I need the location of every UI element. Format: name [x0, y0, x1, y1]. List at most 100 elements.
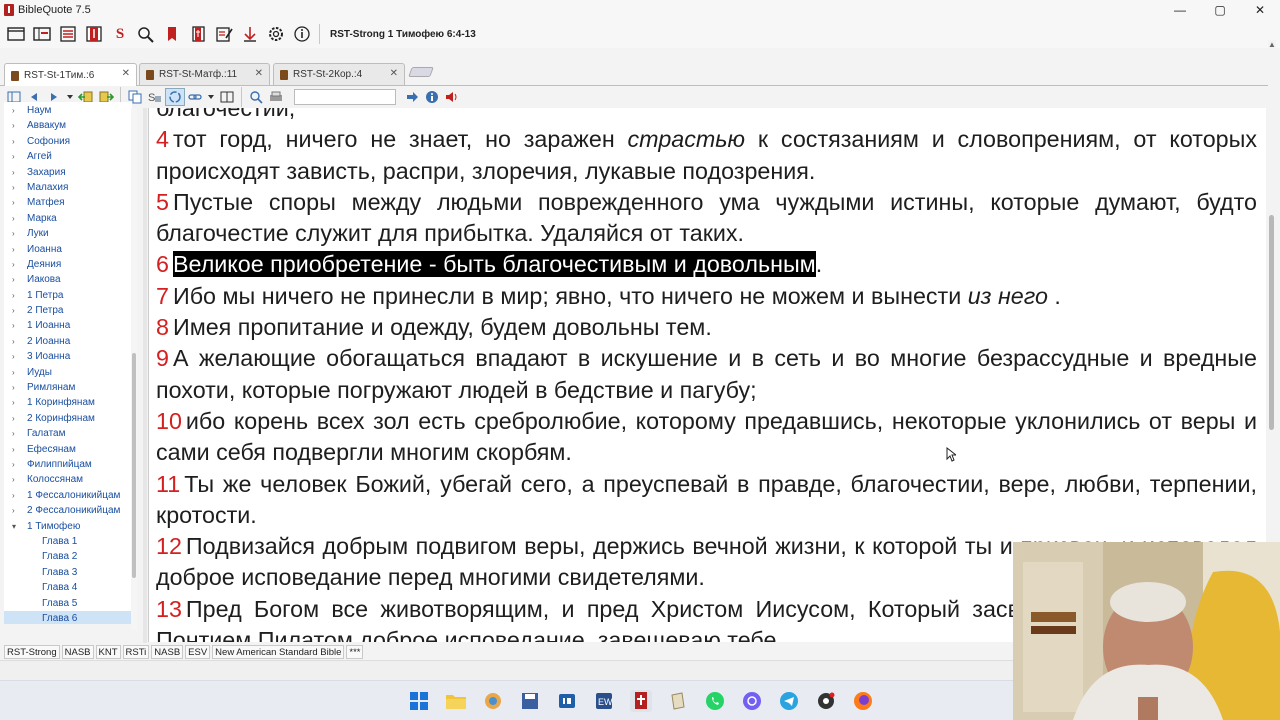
quick-search-button[interactable] — [246, 88, 266, 106]
panel-splitter[interactable] — [143, 108, 147, 643]
go-button[interactable] — [402, 88, 422, 106]
collapsed-chevron-icon[interactable]: › — [12, 195, 15, 210]
module-tab[interactable]: RSTi — [122, 645, 150, 659]
module-tab[interactable]: NASB — [151, 645, 184, 659]
close-button[interactable]: ✕ — [1240, 0, 1280, 20]
verse-number[interactable]: 11 — [156, 471, 180, 497]
taskbar-app-ew[interactable]: EW — [593, 690, 615, 712]
verse[interactable]: 10 ибо корень всех зол есть сребролюбие, … — [156, 406, 1257, 469]
tree-book-item[interactable]: › 1 Иоанна — [4, 318, 132, 333]
tree-chapter-item[interactable]: Глава 6 — [4, 610, 132, 624]
taskbar-file-explorer[interactable] — [445, 690, 467, 712]
taskbar-firefox[interactable] — [852, 690, 874, 712]
verse-number[interactable]: 6 — [156, 251, 169, 277]
tree-book-item[interactable]: › Иакова — [4, 272, 132, 287]
collapsed-chevron-icon[interactable]: › — [12, 334, 15, 349]
taskbar-telegram[interactable] — [778, 690, 800, 712]
tree-book-item[interactable]: › Колоссянам — [4, 472, 132, 487]
tree-chapter-item[interactable]: Глава 1 — [4, 534, 132, 549]
new-tab-button[interactable] — [408, 67, 434, 77]
minimize-button[interactable]: — — [1160, 0, 1200, 20]
verse[interactable]: 11 Ты же человек Божий, убегай сего, а пр… — [156, 469, 1257, 532]
tree-book-item[interactable]: ▾ 1 Тимофею — [4, 519, 132, 534]
verse[interactable]: 9А желающие обогащаться впадают в искуше… — [156, 343, 1257, 406]
tree-book-item[interactable]: › Аввакум — [4, 118, 132, 133]
collapsed-chevron-icon[interactable]: › — [12, 149, 15, 164]
verse[interactable]: 7 Ибо мы ничего не принесли в мир; явно, … — [156, 281, 1257, 312]
tree-book-item[interactable]: › Луки — [4, 226, 132, 241]
tree-book-item[interactable]: › 2 Коринфянам — [4, 411, 132, 426]
collapsed-chevron-icon[interactable]: › — [12, 165, 15, 180]
verse-number[interactable]: 7 — [156, 283, 169, 309]
taskbar-viber[interactable] — [741, 690, 763, 712]
collapsed-chevron-icon[interactable]: › — [12, 318, 15, 333]
taskbar-app-save[interactable] — [519, 690, 541, 712]
taskbar-app-globe[interactable] — [482, 690, 504, 712]
audio-button[interactable] — [442, 88, 462, 106]
collapsed-chevron-icon[interactable]: › — [12, 134, 15, 149]
collapsed-chevron-icon[interactable]: › — [12, 180, 15, 195]
collapsed-chevron-icon[interactable]: › — [12, 288, 15, 303]
tree-chapter-item[interactable]: Глава 2 — [4, 549, 132, 564]
tree-book-item[interactable]: › Иоанна — [4, 242, 132, 257]
module-tab[interactable]: New American Standard Bible — [212, 645, 345, 659]
info-button[interactable] — [422, 88, 442, 106]
tree-book-item[interactable]: › Наум — [4, 103, 132, 118]
module-tab[interactable]: KNT — [95, 645, 121, 659]
taskbar-whatsapp[interactable] — [704, 690, 726, 712]
tree-book-item[interactable]: › Малахия — [4, 180, 132, 195]
collapsed-chevron-icon[interactable]: › — [12, 411, 15, 426]
verse-number[interactable]: 9 — [156, 345, 169, 371]
collapsed-chevron-icon[interactable]: › — [12, 472, 15, 487]
navigator-button[interactable] — [29, 22, 55, 46]
tree-book-item[interactable]: › 1 Фессалоникийцам — [4, 488, 132, 503]
tree-chapter-item[interactable]: Глава 4 — [4, 580, 132, 595]
link-button[interactable] — [185, 88, 205, 106]
tree-book-item[interactable]: › 2 Петра — [4, 303, 132, 318]
verse-number[interactable]: 5 — [156, 189, 169, 215]
taskbar-biblequote[interactable] — [630, 690, 652, 712]
new-window-button[interactable] — [3, 22, 29, 46]
collapsed-chevron-icon[interactable]: › — [12, 257, 15, 272]
search-button[interactable] — [133, 22, 159, 46]
settings-button[interactable] — [263, 22, 289, 46]
tree-book-item[interactable]: › Галатам — [4, 426, 132, 441]
collapsed-chevron-icon[interactable]: › — [12, 226, 15, 241]
tab-1timothy-6[interactable]: RST-St-1Тим.:6 ✕ — [4, 63, 137, 87]
maximize-button[interactable]: ▢ — [1200, 0, 1240, 20]
tab-2corinthians-4[interactable]: RST-St-2Кор.:4 ✕ — [273, 63, 405, 85]
strong-numbers-button[interactable]: S — [145, 88, 165, 106]
tree-book-item[interactable]: › Деяния — [4, 257, 132, 272]
module-tab[interactable]: *** — [346, 645, 364, 659]
tree-scrollbar[interactable] — [131, 108, 137, 630]
collapsed-chevron-icon[interactable]: › — [12, 365, 15, 380]
tree-book-item[interactable]: › Матфея — [4, 195, 132, 210]
verse-number[interactable]: 13 — [156, 596, 182, 622]
strongs-button[interactable]: S — [107, 22, 133, 46]
print-button[interactable] — [266, 88, 286, 106]
tree-book-item[interactable]: › 1 Петра — [4, 288, 132, 303]
collapsed-chevron-icon[interactable]: › — [12, 272, 15, 287]
text-scrollbar-thumb[interactable] — [1269, 215, 1274, 430]
verse[interactable]: 6 Великое приобретение - быть благочестив… — [156, 249, 1257, 280]
expanded-chevron-icon[interactable]: ▾ — [12, 519, 16, 534]
verse[interactable]: 8 Имея пропитание и одежду, будем довольн… — [156, 312, 1257, 343]
tree-book-item[interactable]: › Захария — [4, 165, 132, 180]
quick-search-input[interactable] — [294, 89, 396, 105]
taskbar-app-video[interactable] — [556, 690, 578, 712]
tab-close-icon[interactable]: ✕ — [390, 68, 398, 79]
tab-matthew-11[interactable]: RST-St-Матф.:11 ✕ — [139, 63, 270, 85]
tree-book-item[interactable]: › Ефесянам — [4, 442, 132, 457]
collapsed-chevron-icon[interactable]: › — [12, 118, 15, 133]
columns-button[interactable] — [217, 88, 237, 106]
notes-button[interactable] — [211, 22, 237, 46]
tree-book-item[interactable]: › Филиппийцам — [4, 457, 132, 472]
download-button[interactable] — [237, 22, 263, 46]
module-tab[interactable]: RST-Strong — [4, 645, 60, 659]
verse-number[interactable]: 4 — [156, 126, 169, 152]
collapsed-chevron-icon[interactable]: › — [12, 457, 15, 472]
collapsed-chevron-icon[interactable]: › — [12, 426, 15, 441]
collapsed-chevron-icon[interactable]: › — [12, 103, 15, 118]
module-tab[interactable]: ESV — [185, 645, 211, 659]
verse-number[interactable]: 12 — [156, 533, 182, 559]
